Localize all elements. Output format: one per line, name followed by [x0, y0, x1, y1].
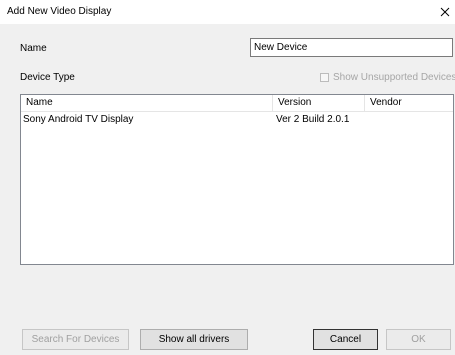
show-all-drivers-button[interactable]: Show all drivers — [140, 329, 248, 350]
title-bar: Add New Video Display — [0, 0, 455, 24]
search-for-devices-button[interactable]: Search For Devices — [22, 329, 129, 350]
window-title: Add New Video Display — [7, 6, 112, 17]
show-unsupported-devices-option[interactable]: Show Unsupported Devices — [320, 72, 455, 83]
cell-device-version: Ver 2 Build 2.0.1 — [276, 114, 350, 125]
add-video-display-dialog: Add New Video Display Name Device Type S… — [0, 0, 455, 355]
table-row[interactable]: Sony Android TV Display Ver 2 Build 2.0.… — [21, 113, 453, 127]
device-list-header: Name Version Vendor — [21, 95, 453, 112]
name-input[interactable] — [250, 38, 453, 57]
ok-button[interactable]: OK — [386, 329, 451, 350]
column-header-vendor[interactable]: Vendor — [365, 95, 453, 111]
column-header-name[interactable]: Name — [21, 95, 273, 111]
device-type-label: Device Type — [20, 72, 75, 83]
name-label: Name — [20, 43, 47, 54]
close-button[interactable] — [435, 0, 455, 24]
column-header-version[interactable]: Version — [273, 95, 365, 111]
cell-device-name: Sony Android TV Display — [23, 114, 134, 125]
show-unsupported-checkbox[interactable] — [320, 73, 329, 82]
show-unsupported-label: Show Unsupported Devices — [333, 72, 455, 83]
device-list[interactable]: Name Version Vendor Sony Android TV Disp… — [20, 94, 454, 265]
cancel-button[interactable]: Cancel — [313, 329, 378, 350]
close-icon — [440, 7, 450, 17]
